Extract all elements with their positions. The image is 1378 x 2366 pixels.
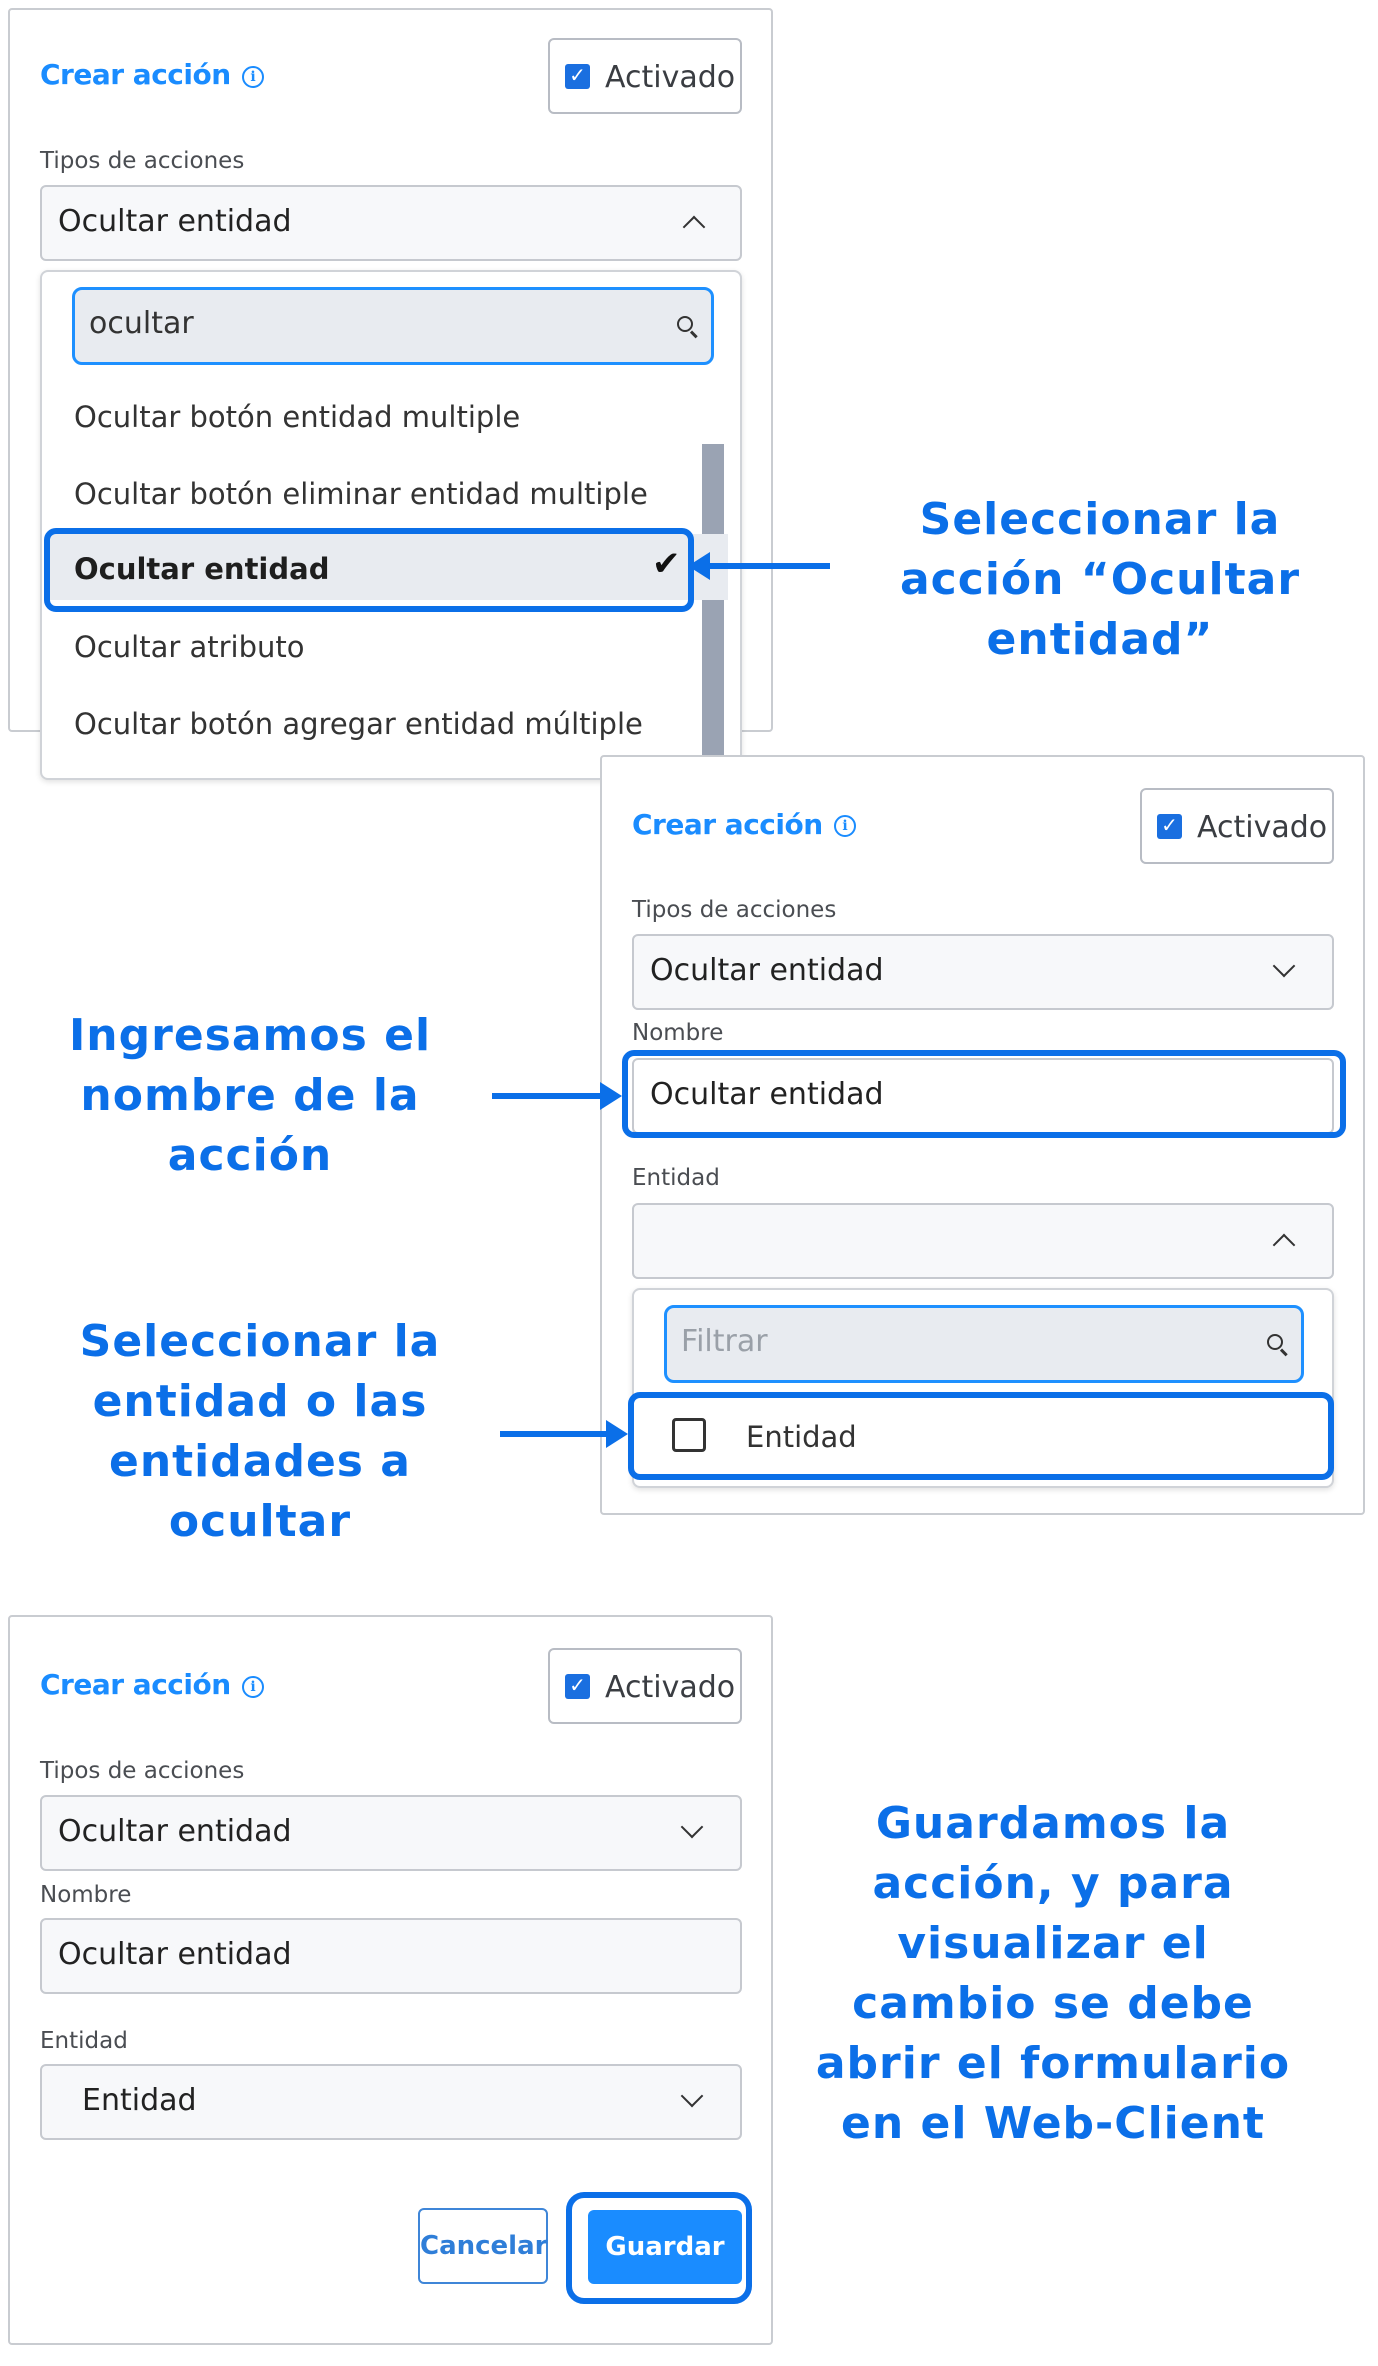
- tipos-label: Tipos de acciones: [40, 1758, 245, 1784]
- checkbox-checked-icon[interactable]: ✓: [565, 1674, 590, 1699]
- chevron-down-icon: [680, 2084, 704, 2108]
- info-icon[interactable]: i: [242, 1676, 264, 1698]
- arrow-2-head: [600, 1082, 622, 1110]
- option-ocultar-boton-entidad-multiple[interactable]: Ocultar botón entidad multiple: [74, 400, 520, 434]
- entidad-value: Entidad: [82, 2083, 197, 2118]
- activado-toggle[interactable]: ✓ Activado: [548, 38, 742, 114]
- arrow-1-line: [706, 563, 830, 569]
- arrow-3-line: [500, 1431, 606, 1437]
- tipos-value: Ocultar entidad: [650, 953, 884, 988]
- activado-label: Activado: [1197, 810, 1328, 845]
- activado-toggle[interactable]: ✓ Activado: [1140, 788, 1334, 864]
- tipos-select[interactable]: Ocultar entidad: [632, 934, 1334, 1010]
- tipos-value: Ocultar entidad: [58, 1814, 292, 1849]
- tipos-value: Ocultar entidad: [58, 204, 292, 239]
- filter-input[interactable]: Filtrar: [664, 1305, 1304, 1383]
- option-ocultar-boton-eliminar-entidad-multiple[interactable]: Ocultar botón eliminar entidad multiple: [74, 477, 648, 511]
- nombre-input[interactable]: Ocultar entidad: [40, 1918, 742, 1994]
- highlight-ocultar-entidad: [44, 528, 694, 612]
- entidad-label: Entidad: [40, 2028, 128, 2054]
- search-input[interactable]: ocultar: [72, 287, 714, 365]
- annotation-3: Seleccionar la entidad o las entidades a…: [79, 1316, 441, 1547]
- nombre-label: Nombre: [40, 1882, 132, 1908]
- search-value: ocultar: [89, 306, 194, 341]
- tipos-select[interactable]: Ocultar entidad: [40, 1795, 742, 1871]
- entidad-label: Entidad: [632, 1165, 720, 1191]
- entidad-select[interactable]: [632, 1203, 1334, 1279]
- annotation-1: Seleccionar la acción “Ocultar entidad”: [899, 494, 1301, 665]
- panel3-title: Crear acción: [40, 1668, 231, 1701]
- cancel-button[interactable]: Cancelar: [418, 2208, 548, 2284]
- tipos-dropdown: ocultar Ocultar botón entidad multiple O…: [40, 270, 742, 780]
- arrow-3-head: [606, 1420, 628, 1448]
- annotation-2: Ingresamos el nombre de la acción: [68, 1010, 432, 1181]
- activado-label: Activado: [605, 60, 736, 95]
- chevron-up-icon: [682, 215, 706, 239]
- checkbox-checked-icon[interactable]: ✓: [565, 64, 590, 89]
- info-icon[interactable]: i: [242, 66, 264, 88]
- chevron-down-icon: [680, 1815, 704, 1839]
- search-icon: [677, 316, 693, 332]
- highlight-entidad-option: [628, 1392, 1334, 1480]
- tipos-label: Tipos de acciones: [632, 897, 837, 923]
- checkbox-checked-icon[interactable]: ✓: [1157, 814, 1182, 839]
- panel2-title: Crear acción: [632, 808, 823, 841]
- scrollbar[interactable]: [702, 444, 724, 780]
- option-ocultar-atributo[interactable]: Ocultar atributo: [74, 630, 305, 664]
- arrow-2-line: [492, 1093, 600, 1099]
- filter-placeholder: Filtrar: [681, 1324, 768, 1359]
- tipos-label: Tipos de acciones: [40, 148, 245, 174]
- nombre-label: Nombre: [632, 1020, 724, 1046]
- activado-label: Activado: [605, 1670, 736, 1705]
- entidad-select[interactable]: Entidad: [40, 2064, 742, 2140]
- nombre-value: Ocultar entidad: [58, 1937, 292, 1972]
- highlight-nombre: [622, 1050, 1346, 1138]
- chevron-up-icon: [1272, 1233, 1296, 1257]
- chevron-down-icon: [1272, 954, 1296, 978]
- search-icon: [1267, 1334, 1283, 1350]
- panel1-title: Crear acción: [40, 58, 231, 91]
- info-icon[interactable]: i: [834, 815, 856, 837]
- annotation-4: Guardamos la acción, y para visualizar e…: [815, 1798, 1291, 2149]
- option-ocultar-boton-agregar-entidad-multiple[interactable]: Ocultar botón agregar entidad múltiple: [74, 707, 643, 741]
- activado-toggle[interactable]: ✓ Activado: [548, 1648, 742, 1724]
- tipos-select[interactable]: Ocultar entidad: [40, 185, 742, 261]
- highlight-save-button: [566, 2192, 752, 2304]
